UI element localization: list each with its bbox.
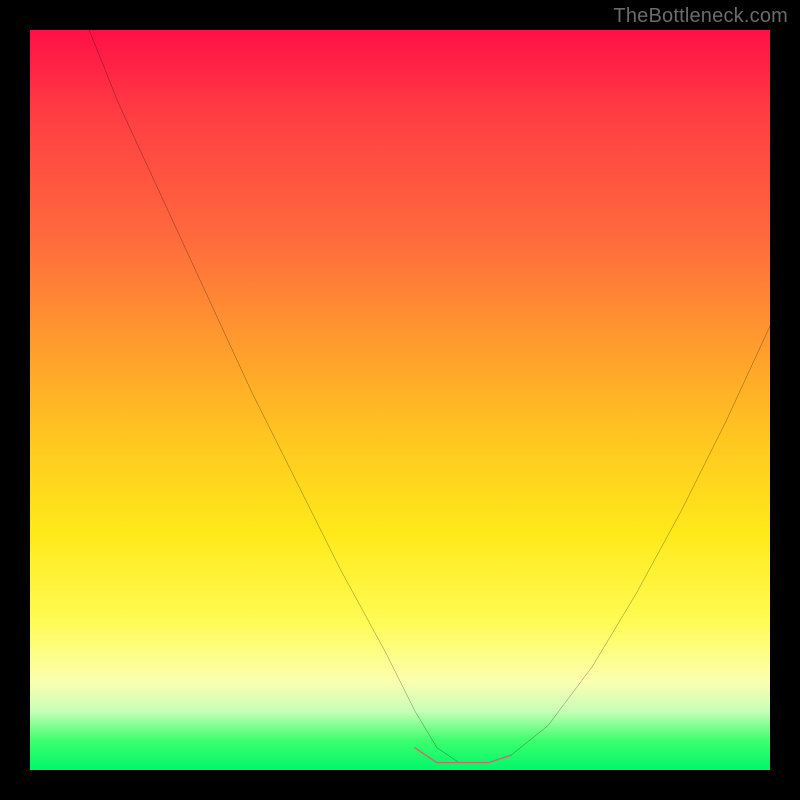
curve-layer <box>30 30 770 770</box>
optimal-band <box>415 748 511 763</box>
chart-frame: TheBottleneck.com <box>0 0 800 800</box>
bottleneck-curve <box>89 30 770 763</box>
plot-area <box>30 30 770 770</box>
watermark-text: TheBottleneck.com <box>613 5 788 28</box>
